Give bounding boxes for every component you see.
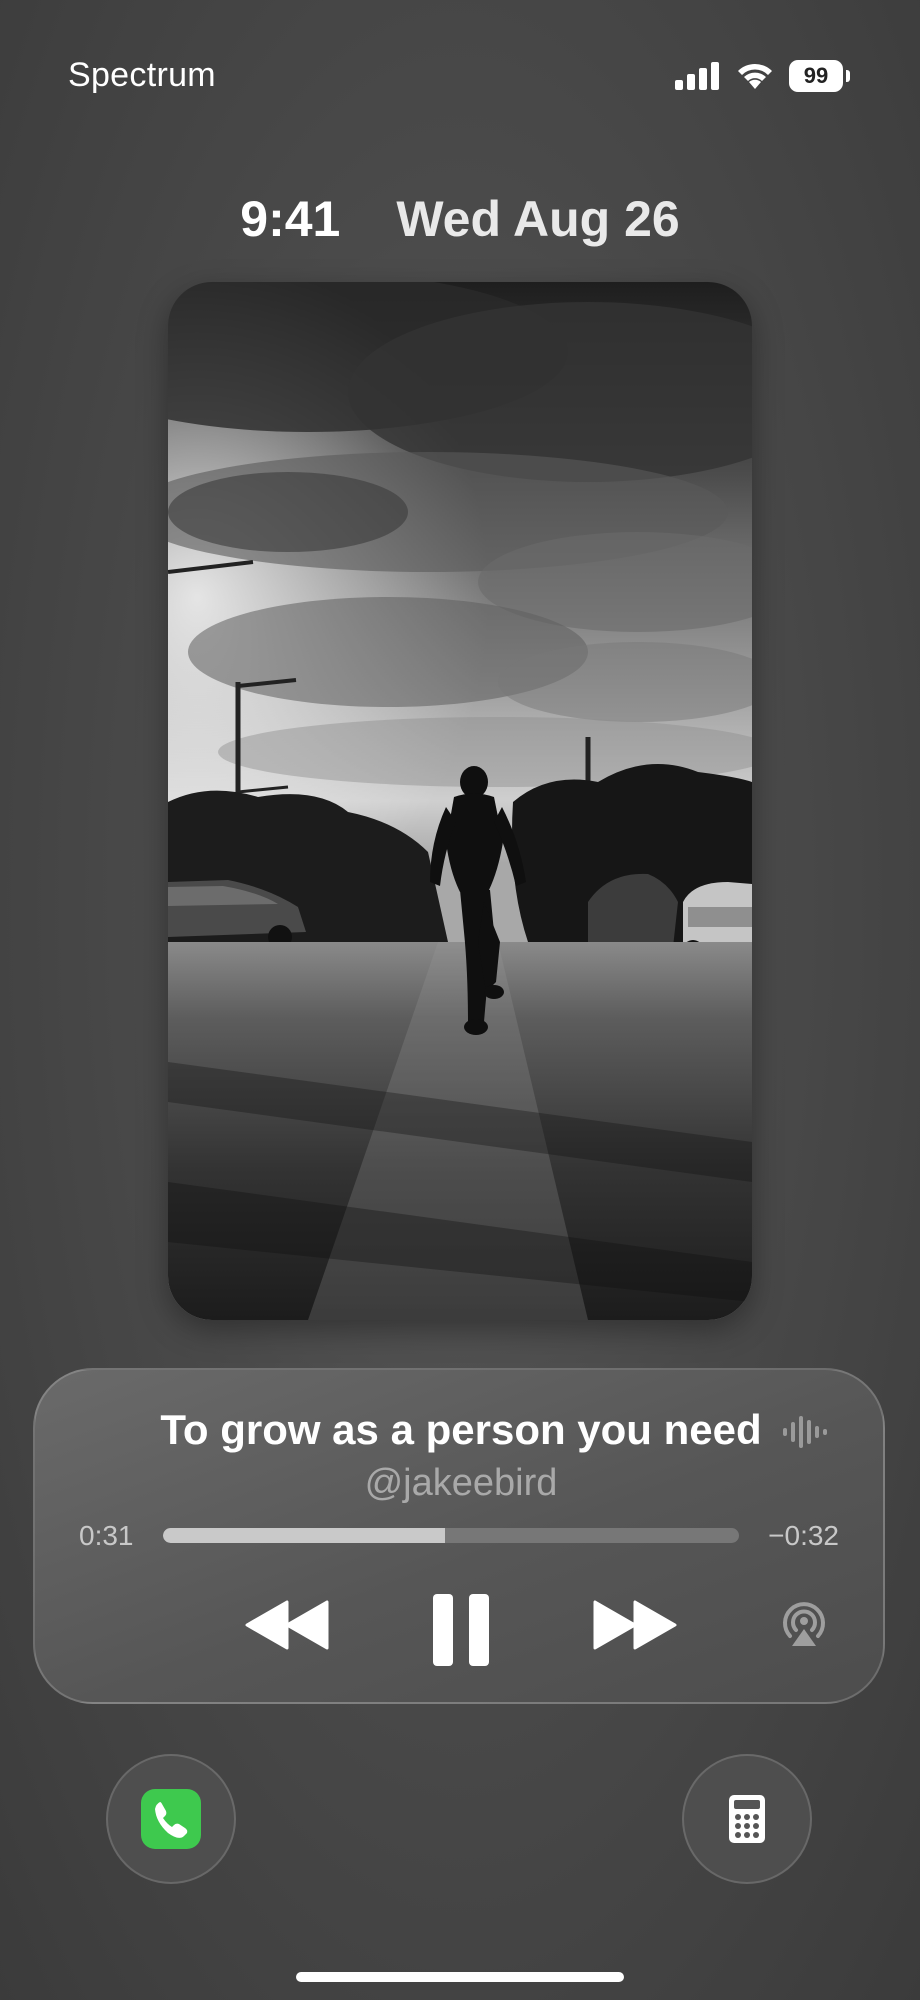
- status-bar: Spectrum 99: [0, 0, 920, 140]
- fast-forward-icon: [593, 1600, 677, 1650]
- calculator-icon: [729, 1795, 765, 1843]
- rewind-button[interactable]: [245, 1600, 329, 1653]
- carrier-name: Spectrum: [68, 56, 216, 94]
- lock-screen-time: 9:41: [240, 191, 341, 247]
- airplay-icon: [783, 1602, 825, 1646]
- progress-scrubber[interactable]: [163, 1528, 739, 1543]
- rewind-icon: [245, 1600, 329, 1650]
- track-artist: @jakeebird: [364, 1462, 558, 1504]
- progress-fill: [163, 1528, 446, 1543]
- status-icons: 99: [675, 60, 850, 92]
- lock-screen-date: Wed Aug 26: [396, 191, 680, 247]
- pause-button[interactable]: [431, 1592, 491, 1671]
- elapsed-time: 0:31: [79, 1520, 134, 1551]
- airplay-button[interactable]: [777, 1596, 831, 1653]
- fast-forward-button[interactable]: [593, 1600, 677, 1653]
- time-date-row: 9:41 Wed Aug 26: [0, 190, 920, 248]
- battery-icon: 99: [789, 60, 850, 92]
- album-artwork[interactable]: [168, 282, 752, 1320]
- cellular-signal-icon: [675, 62, 719, 90]
- calculator-shortcut-button[interactable]: [682, 1754, 812, 1884]
- wifi-icon: [738, 63, 772, 89]
- home-indicator[interactable]: [296, 1972, 624, 1982]
- phone-icon: [141, 1789, 201, 1849]
- track-title: To grow as a person you need: [160, 1406, 762, 1453]
- runner-photo: [168, 282, 752, 1320]
- now-playing-widget: To grow as a person you need @jakeebird …: [33, 1368, 885, 1704]
- pause-icon: [433, 1594, 489, 1666]
- battery-level: 99: [789, 60, 843, 92]
- remaining-time: −0:32: [768, 1520, 839, 1551]
- phone-shortcut-button[interactable]: [106, 1754, 236, 1884]
- waveform-icon: [783, 1416, 827, 1448]
